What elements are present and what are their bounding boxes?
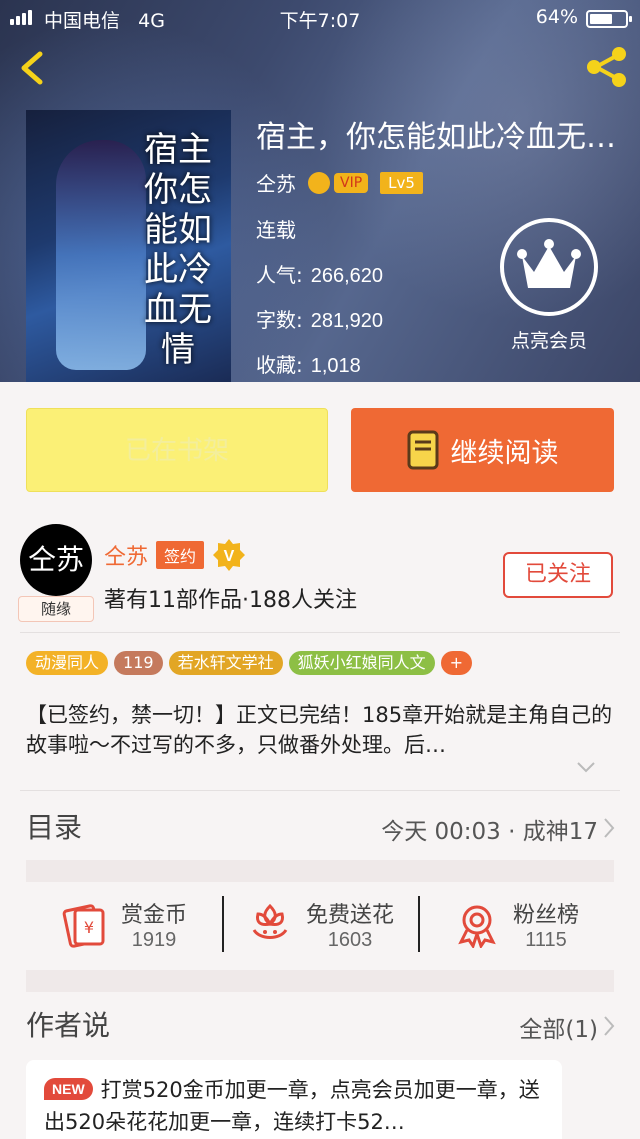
battery-icon bbox=[586, 10, 632, 28]
divider bbox=[20, 632, 620, 633]
follow-button[interactable]: 已关注 bbox=[503, 552, 613, 598]
reward-coin-label: 赏金币 bbox=[120, 902, 187, 928]
book-icon bbox=[407, 430, 438, 470]
stat-favorites: 收藏: 1,018 bbox=[256, 353, 361, 377]
author-talk-all-link[interactable]: 全部(1) bbox=[519, 1010, 598, 1044]
cover-illustration bbox=[56, 140, 146, 370]
continue-reading-button[interactable]: 继续阅读 bbox=[351, 408, 614, 492]
book-author[interactable]: 仝苏 bbox=[256, 168, 296, 197]
on-shelf-button[interactable]: 已在书架 bbox=[26, 408, 328, 492]
battery-percent: 64% bbox=[535, 6, 578, 28]
avatar-tag: 随缘 bbox=[18, 596, 94, 622]
ribbon-medal-icon bbox=[458, 905, 496, 948]
author-avatar[interactable]: 仝苏 bbox=[20, 524, 92, 596]
tag-item[interactable]: 动漫同人 bbox=[26, 651, 109, 675]
stat-popularity: 人气: 266,620 bbox=[256, 263, 384, 287]
level-badge: Lv5 bbox=[380, 171, 423, 194]
tag-item[interactable]: 狐妖小红娘同人文 bbox=[288, 651, 435, 675]
toc-latest-chapter[interactable]: 今天 00:03 · 成神17 bbox=[381, 812, 598, 846]
svg-text:¥: ¥ bbox=[84, 918, 94, 937]
section-band bbox=[26, 860, 614, 882]
signed-badge: 签约 bbox=[156, 541, 205, 569]
crown-outline-icon bbox=[500, 218, 598, 316]
book-title: 宿主，你怎能如此冷血无… bbox=[256, 120, 616, 155]
section-band bbox=[26, 970, 614, 992]
share-icon[interactable] bbox=[584, 46, 630, 88]
tag-item[interactable]: 若水轩文学社 bbox=[168, 651, 283, 675]
author-talk-title: 作者说 bbox=[26, 1009, 111, 1042]
stat-word-count: 字数: 281,920 bbox=[256, 308, 384, 332]
fan-ranking-button[interactable]: 粉丝榜 1115 bbox=[418, 884, 614, 964]
vip-badge: VIP bbox=[308, 171, 369, 194]
continue-reading-label: 继续阅读 bbox=[450, 437, 559, 469]
tag-list: 动漫同人 119 若水轩文学社 狐妖小红娘同人文 + bbox=[26, 651, 472, 675]
member-label: 点亮会员 bbox=[510, 330, 587, 352]
divider bbox=[20, 790, 620, 791]
support-actions: ¥ 赏金币 1919 免费送花 1603 粉丝榜 1115 bbox=[26, 884, 614, 964]
svg-text:V: V bbox=[224, 548, 235, 565]
toc-title[interactable]: 目录 bbox=[26, 806, 82, 846]
author-note-card[interactable]: NEW 打赏520金币加更一章，点亮会员加更一章，送出520朵花花加更一章，连续打… bbox=[26, 1060, 562, 1139]
status-bar: 中国电信 4G 下午7:07 64% bbox=[0, 0, 640, 36]
cover-title: 宿主你怎能如此冷血无情 bbox=[144, 130, 212, 370]
fan-ranking-label: 粉丝榜 bbox=[512, 902, 579, 928]
book-cover[interactable]: 宿主你怎能如此冷血无情 bbox=[26, 110, 231, 382]
send-flower-count: 1603 bbox=[327, 928, 373, 951]
crown-icon bbox=[308, 171, 330, 194]
send-flower-button[interactable]: 免费送花 1603 bbox=[222, 884, 418, 964]
chevron-right-icon bbox=[604, 1016, 615, 1036]
coin-card-icon: ¥ bbox=[62, 904, 105, 948]
reward-coin-count: 1919 bbox=[131, 928, 177, 951]
author-note-text: 打赏520金币加更一章，点亮会员加更一章，送出520朵花花加更一章，连续打卡52… bbox=[44, 1078, 540, 1134]
book-header: 中国电信 4G 下午7:07 64% 宿主你怎能如此冷血无情 宿主，你怎能如此冷… bbox=[0, 0, 640, 382]
tag-item[interactable]: 119 bbox=[114, 651, 163, 675]
author-name[interactable]: 仝苏 bbox=[104, 539, 148, 571]
new-badge: NEW bbox=[44, 1078, 93, 1100]
chevron-right-icon bbox=[604, 818, 615, 838]
book-description[interactable]: 【已签约，禁一切！】正文已完结！185章开始就是主角自己的故事啦～不过写的不多，… bbox=[26, 700, 616, 760]
author-works: 著有11部作品·188人关注 bbox=[104, 588, 357, 613]
author-name-row: 仝苏 签约 V bbox=[104, 538, 246, 572]
member-button[interactable]: 点亮会员 bbox=[500, 218, 598, 353]
flower-icon bbox=[252, 903, 288, 939]
serial-status: 连载 bbox=[256, 218, 296, 242]
back-arrow-icon[interactable] bbox=[14, 48, 54, 88]
book-author-row: 仝苏 VIP Lv5 bbox=[256, 168, 423, 197]
fan-ranking-count: 1115 bbox=[525, 928, 567, 951]
reward-coin-button[interactable]: ¥ 赏金币 1919 bbox=[26, 884, 222, 964]
add-tag-button[interactable]: + bbox=[440, 651, 472, 675]
send-flower-label: 免费送花 bbox=[305, 902, 394, 928]
verified-v-icon: V bbox=[213, 539, 246, 571]
expand-chevron-icon[interactable] bbox=[576, 760, 596, 776]
